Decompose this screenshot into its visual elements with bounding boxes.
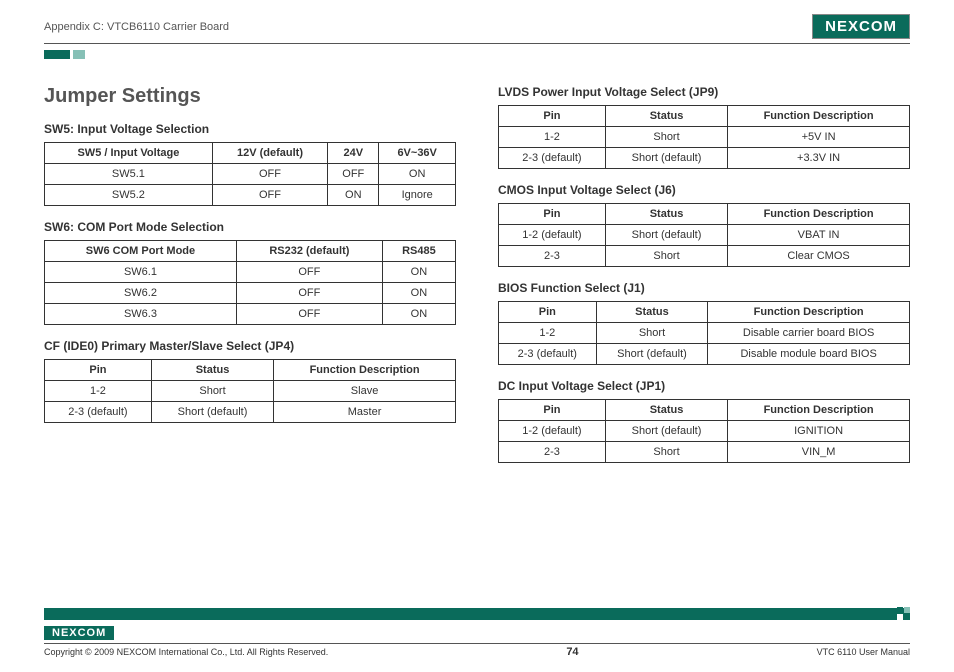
- table-header-row: SW6 COM Port Mode RS232 (default) RS485: [45, 241, 456, 262]
- j1-title: BIOS Function Select (J1): [498, 281, 910, 295]
- table-row: 1-2ShortDisable carrier board BIOS: [499, 323, 910, 344]
- col-header: RS232 (default): [236, 241, 382, 262]
- left-column: Jumper Settings SW5: Input Voltage Selec…: [44, 85, 456, 477]
- brand-logo-top: NEXCOM: [812, 14, 910, 39]
- col-header: 24V: [328, 143, 379, 164]
- sw5-title: SW5: Input Voltage Selection: [44, 122, 456, 136]
- appendix-label: Appendix C: VTCB6110 Carrier Board: [44, 21, 229, 33]
- doc-name: VTC 6110 User Manual: [817, 647, 910, 657]
- sw6-title: SW6: COM Port Mode Selection: [44, 220, 456, 234]
- col-header: Status: [605, 400, 727, 421]
- col-header: Status: [151, 360, 273, 381]
- footer-squares-icon: [897, 607, 910, 620]
- col-header: Pin: [499, 106, 606, 127]
- j1-table: Pin Status Function Description 1-2Short…: [498, 301, 910, 365]
- col-header: RS485: [382, 241, 455, 262]
- brand-text: NEXCOM: [825, 18, 897, 35]
- col-header: 12V (default): [212, 143, 327, 164]
- table-row: SW5.1OFFOFFON: [45, 164, 456, 185]
- table-row: 1-2ShortSlave: [45, 381, 456, 402]
- footer-line: Copyright © 2009 NEXCOM International Co…: [44, 643, 910, 658]
- col-header: Pin: [499, 302, 597, 323]
- table-header-row: Pin Status Function Description: [499, 302, 910, 323]
- page-footer: NEXCOM Copyright © 2009 NEXCOM Internati…: [44, 608, 910, 658]
- table-header-row: Pin Status Function Description: [45, 360, 456, 381]
- right-column: LVDS Power Input Voltage Select (JP9) Pi…: [498, 85, 910, 477]
- page-header: Appendix C: VTCB6110 Carrier Board NEXCO…: [44, 14, 910, 39]
- col-header: Pin: [499, 204, 606, 225]
- copyright-text: Copyright © 2009 NEXCOM International Co…: [44, 647, 328, 657]
- col-header: 6V~36V: [379, 143, 456, 164]
- table-row: 1-2 (default)Short (default)IGNITION: [499, 421, 910, 442]
- table-row: 2-3 (default)Short (default)+3.3V IN: [499, 148, 910, 169]
- jp4-table: Pin Status Function Description 1-2Short…: [44, 359, 456, 423]
- table-header-row: Pin Status Function Description: [499, 106, 910, 127]
- table-header-row: Pin Status Function Description: [499, 204, 910, 225]
- brand-logo-bottom: NEXCOM: [44, 626, 114, 640]
- header-rule: [44, 43, 910, 44]
- j6-title: CMOS Input Voltage Select (J6): [498, 183, 910, 197]
- col-header: SW6 COM Port Mode: [45, 241, 237, 262]
- table-row: 1-2 (default)Short (default)VBAT IN: [499, 225, 910, 246]
- col-header: Function Description: [728, 204, 910, 225]
- table-row: SW6.1OFFON: [45, 262, 456, 283]
- col-header: Function Description: [728, 400, 910, 421]
- col-header: Status: [605, 106, 727, 127]
- jp1-title: DC Input Voltage Select (JP1): [498, 379, 910, 393]
- table-row: SW6.3OFFON: [45, 304, 456, 325]
- sw5-table: SW5 / Input Voltage 12V (default) 24V 6V…: [44, 142, 456, 206]
- page-title: Jumper Settings: [44, 85, 456, 108]
- table-row: SW6.2OFFON: [45, 283, 456, 304]
- page-columns: Jumper Settings SW5: Input Voltage Selec…: [44, 85, 910, 477]
- col-header: Function Description: [274, 360, 456, 381]
- col-header: Status: [605, 204, 727, 225]
- jp1-table: Pin Status Function Description 1-2 (def…: [498, 399, 910, 463]
- col-header: Status: [596, 302, 708, 323]
- col-header: Pin: [45, 360, 152, 381]
- table-row: 1-2Short+5V IN: [499, 127, 910, 148]
- sw6-table: SW6 COM Port Mode RS232 (default) RS485 …: [44, 240, 456, 325]
- col-header: Function Description: [728, 106, 910, 127]
- j6-table: Pin Status Function Description 1-2 (def…: [498, 203, 910, 267]
- jp4-title: CF (IDE0) Primary Master/Slave Select (J…: [44, 339, 456, 353]
- page-number: 74: [566, 646, 578, 658]
- table-header-row: Pin Status Function Description: [499, 400, 910, 421]
- col-header: Pin: [499, 400, 606, 421]
- jp9-title: LVDS Power Input Voltage Select (JP9): [498, 85, 910, 99]
- footer-bar: [44, 608, 910, 620]
- table-row: 2-3ShortVIN_M: [499, 442, 910, 463]
- col-header: Function Description: [708, 302, 910, 323]
- col-header: SW5 / Input Voltage: [45, 143, 213, 164]
- table-row: 2-3ShortClear CMOS: [499, 246, 910, 267]
- table-header-row: SW5 / Input Voltage 12V (default) 24V 6V…: [45, 143, 456, 164]
- table-row: 2-3 (default)Short (default)Master: [45, 402, 456, 423]
- jp9-table: Pin Status Function Description 1-2Short…: [498, 105, 910, 169]
- table-row: SW5.2OFFONIgnore: [45, 185, 456, 206]
- table-row: 2-3 (default)Short (default)Disable modu…: [499, 344, 910, 365]
- accent-bars: [44, 50, 910, 59]
